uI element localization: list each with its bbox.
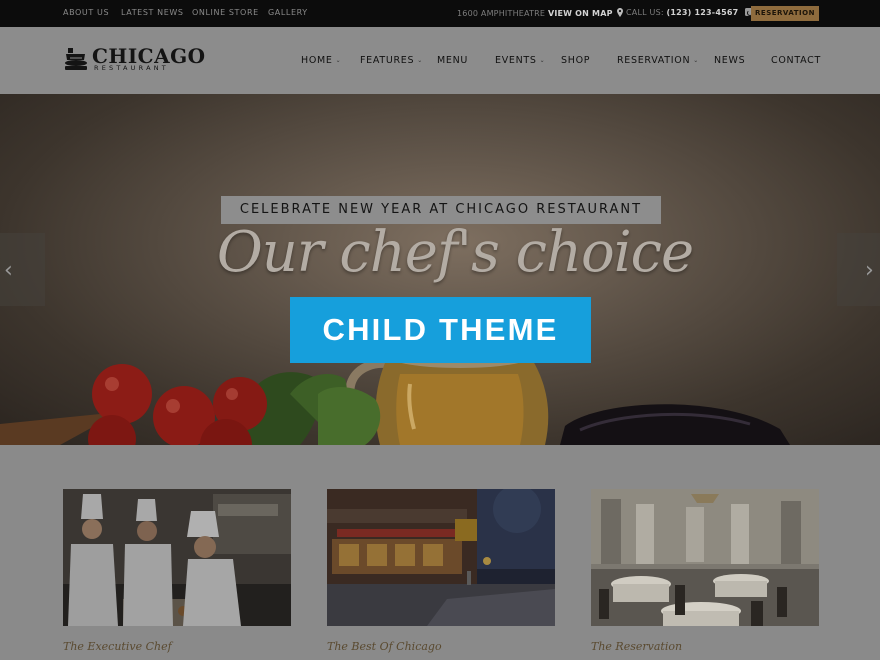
address-text: 1600 AMPHITHEATRE	[457, 9, 546, 18]
top-link-latest-news[interactable]: LATEST NEWS	[121, 8, 184, 17]
nav-item-label: NEWS	[714, 55, 746, 66]
slider-prev-button[interactable]: ‹	[0, 233, 45, 306]
nav-item-shop[interactable]: SHOP	[561, 55, 590, 66]
chevron-right-icon: ›	[865, 258, 874, 283]
site-logo[interactable]: CHICAGO RESTAURANT	[63, 44, 205, 77]
nav-item-label: MENU	[437, 55, 469, 66]
hero-slider: CELEBRATE NEW YEAR AT CHICAGO RESTAURANT…	[0, 94, 880, 445]
card-caption[interactable]: The Reservation	[591, 640, 682, 653]
view-on-map-link[interactable]: VIEW ON MAP	[548, 9, 613, 18]
call-label: CALL US:	[626, 8, 664, 17]
restaurant-street-night-image	[327, 489, 555, 626]
reservation-button[interactable]: RESERVATION	[751, 6, 819, 21]
nav-item-label: SHOP	[561, 55, 591, 66]
chevron-left-icon: ‹	[4, 258, 13, 283]
nav-item-reservation[interactable]: RESERVATION ⌄	[617, 55, 699, 66]
top-bar: ABOUT US LATEST NEWS ONLINE STORE GALLER…	[0, 0, 880, 27]
hero-headline: Our chef's choice	[216, 220, 694, 285]
site-header: CHICAGO RESTAURANT HOME ⌄ FEATURES ⌄ MENU …	[0, 27, 880, 94]
logo-subtitle: RESTAURANT	[94, 64, 169, 72]
call-info: CALL US: (123) 123-4567	[626, 8, 754, 17]
slider-next-button[interactable]: ›	[837, 233, 880, 306]
dining-hall-image	[591, 489, 819, 626]
map-pin-icon	[617, 8, 624, 17]
nav-item-label: RESERVATION	[617, 55, 691, 66]
address-info: 1600 AMPHITHEATRE VIEW ON MAP	[457, 8, 624, 18]
card-caption[interactable]: The Executive Chef	[63, 640, 172, 653]
chevron-down-icon: ⌄	[693, 57, 699, 64]
nav-item-news[interactable]: NEWS	[714, 55, 745, 66]
phone-number[interactable]: (123) 123-4567	[667, 8, 739, 17]
chevron-down-icon: ⌄	[335, 57, 342, 64]
nav-item-label: FEATURES	[360, 55, 415, 66]
chef-hat-logo-icon	[65, 48, 87, 70]
nav-item-menu[interactable]: MENU	[437, 55, 468, 66]
nav-item-events[interactable]: EVENTS ⌄	[495, 55, 545, 66]
child-theme-button[interactable]: CHILD THEME	[290, 297, 591, 363]
nav-item-label: EVENTS	[495, 55, 537, 66]
nav-item-label: HOME	[301, 55, 333, 66]
chevron-down-icon: ⌄	[539, 57, 546, 64]
chefs-in-kitchen-image	[63, 489, 291, 626]
top-link-about-us[interactable]: ABOUT US	[63, 8, 109, 17]
card-caption[interactable]: The Best Of Chicago	[327, 640, 442, 653]
top-link-online-store[interactable]: ONLINE STORE	[192, 8, 259, 17]
nav-item-contact[interactable]: CONTACT	[771, 55, 821, 66]
nav-item-label: CONTACT	[771, 55, 821, 66]
chevron-down-icon: ⌄	[417, 57, 423, 64]
top-link-gallery[interactable]: GALLERY	[268, 8, 308, 17]
nav-item-home[interactable]: HOME ⌄	[301, 55, 341, 66]
nav-item-features[interactable]: FEATURES ⌄	[360, 55, 423, 66]
